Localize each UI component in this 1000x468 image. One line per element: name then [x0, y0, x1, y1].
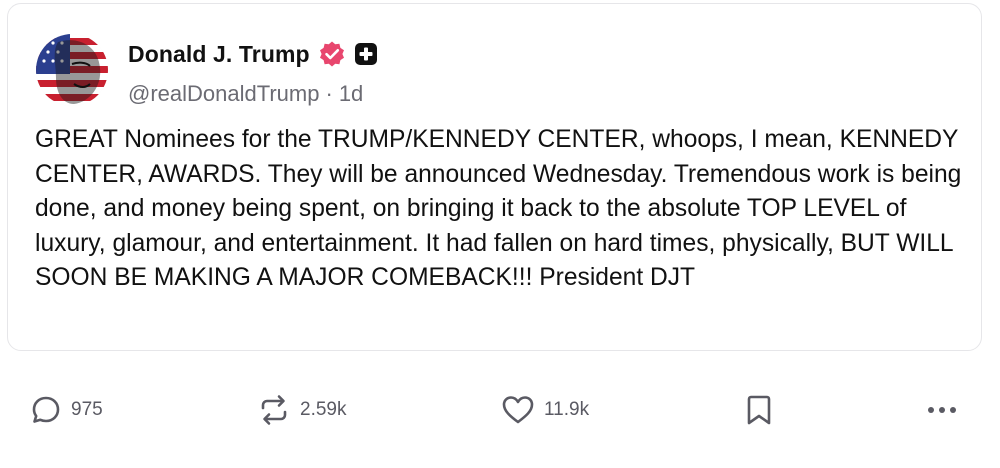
- repost-button[interactable]: 2.59k: [256, 390, 346, 430]
- reply-count: 975: [71, 399, 103, 420]
- flag-face-avatar-icon: [36, 34, 108, 106]
- bookmark-icon: [744, 392, 774, 428]
- plus-badge-icon: [354, 42, 378, 66]
- post-card: Donald J. Trump @realDonaldTrump · 1d GR…: [7, 3, 982, 351]
- avatar[interactable]: [36, 34, 108, 106]
- heart-icon: [500, 393, 536, 427]
- author-name-row: Donald J. Trump: [128, 38, 378, 70]
- more-options-button[interactable]: [924, 390, 960, 430]
- bookmark-button[interactable]: [744, 390, 774, 430]
- handle-separator: ·: [325, 81, 333, 106]
- repost-count: 2.59k: [300, 399, 347, 420]
- more-icon: [924, 400, 960, 420]
- repost-icon: [256, 393, 292, 427]
- post-actions-bar: 975 2.59k 11.9k: [0, 390, 1000, 430]
- post-body-text: GREAT Nominees for the TRUMP/KENNEDY CEN…: [35, 126, 969, 291]
- reply-icon: [29, 393, 63, 427]
- like-count: 11.9k: [544, 399, 590, 420]
- post-timestamp[interactable]: 1d: [339, 81, 363, 107]
- author-handle[interactable]: @realDonaldTrump: [128, 81, 319, 107]
- reply-button[interactable]: 975: [29, 390, 103, 430]
- author-display-name[interactable]: Donald J. Trump: [128, 41, 310, 68]
- author-handle-row: @realDonaldTrump · 1d: [128, 79, 363, 109]
- verified-badge-icon: [318, 40, 346, 68]
- like-button[interactable]: 11.9k: [500, 390, 589, 430]
